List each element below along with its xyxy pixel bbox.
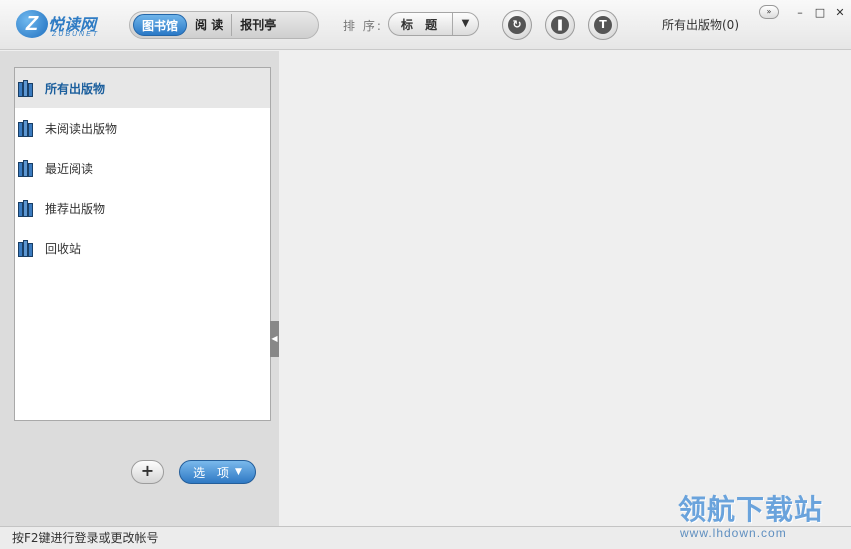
site-watermark: 领航下载站 www.lhdown.com [678,488,848,544]
sidebar-item-unread[interactable]: 未阅读出版物 [15,108,270,148]
view-tabs: 图书馆 阅 读 报刊亭 [129,11,319,39]
tab-library[interactable]: 图书馆 [133,14,188,36]
options-button[interactable]: 选 项 ▼ [179,460,256,484]
sidebar-item-recent[interactable]: 最近阅读 [15,148,270,188]
watermark-text: 领航下载站 [678,493,824,526]
close-button[interactable]: ✕ [833,6,847,20]
sidebar-item-label: 最近阅读 [45,161,94,176]
sidebar-item-recommended[interactable]: 推荐出版物 [15,188,270,228]
refresh-book-icon: ↻ [508,16,526,34]
text-t-icon: T [594,16,612,34]
books-icon [17,239,37,257]
books-icon [17,79,37,97]
maximize-button[interactable]: □ [813,6,827,20]
sidebar-item-label: 回收站 [45,241,82,256]
sort-value: 标 题 [401,17,442,32]
text-settings-button[interactable]: T [588,10,618,40]
sidebar: 所有出版物 未阅读出版物 最近阅读 推荐出版物 回收站 ◀ + 选 项 ▼ [0,51,279,526]
chevron-down-icon: ▼ [234,467,242,477]
minimize-button[interactable]: – [793,6,807,20]
books-icon [17,199,37,217]
collection-list: 所有出版物 未阅读出版物 最近阅读 推荐出版物 回收站 [14,67,271,421]
tab-read[interactable]: 阅 读 [187,14,231,36]
main-content [279,51,851,526]
chevron-down-icon[interactable]: ▼ [452,13,478,35]
collapse-panel-handle[interactable]: ◀ [270,321,279,357]
toolbar: Z 悦读网 ZUBUNET 图书馆 阅 读 报刊亭 排 序: 标 题 ▼ ↻ ❚… [0,0,851,50]
tab-newsstand[interactable]: 报刊亭 [231,14,284,36]
sort-label: 排 序: [343,19,383,33]
logo-z-icon: Z [16,10,48,38]
sidebar-item-label: 未阅读出版物 [45,121,118,136]
sidebar-item-label: 推荐出版物 [45,201,106,216]
open-book-button[interactable]: ❚ [545,10,575,40]
sidebar-item-label: 所有出版物 [45,81,106,96]
sidebar-item-all-publications[interactable]: 所有出版物 [15,68,270,108]
options-label: 选 项 [193,465,233,480]
watermark-url: www.lhdown.com [680,526,787,540]
sidebar-item-recycle-bin[interactable]: 回收站 [15,228,270,268]
books-icon [17,159,37,177]
app-logo: Z 悦读网 ZUBUNET [16,8,126,44]
refresh-book-button[interactable]: ↻ [502,10,532,40]
collection-status: 所有出版物(0) [662,18,739,32]
logo-subtext: ZUBUNET [52,31,100,38]
add-collection-button[interactable]: + [131,460,164,484]
expand-button[interactable]: » [759,5,779,19]
books-icon [17,119,37,137]
open-book-icon: ❚ [551,16,569,34]
sort-dropdown[interactable]: 标 题 ▼ [388,12,479,36]
